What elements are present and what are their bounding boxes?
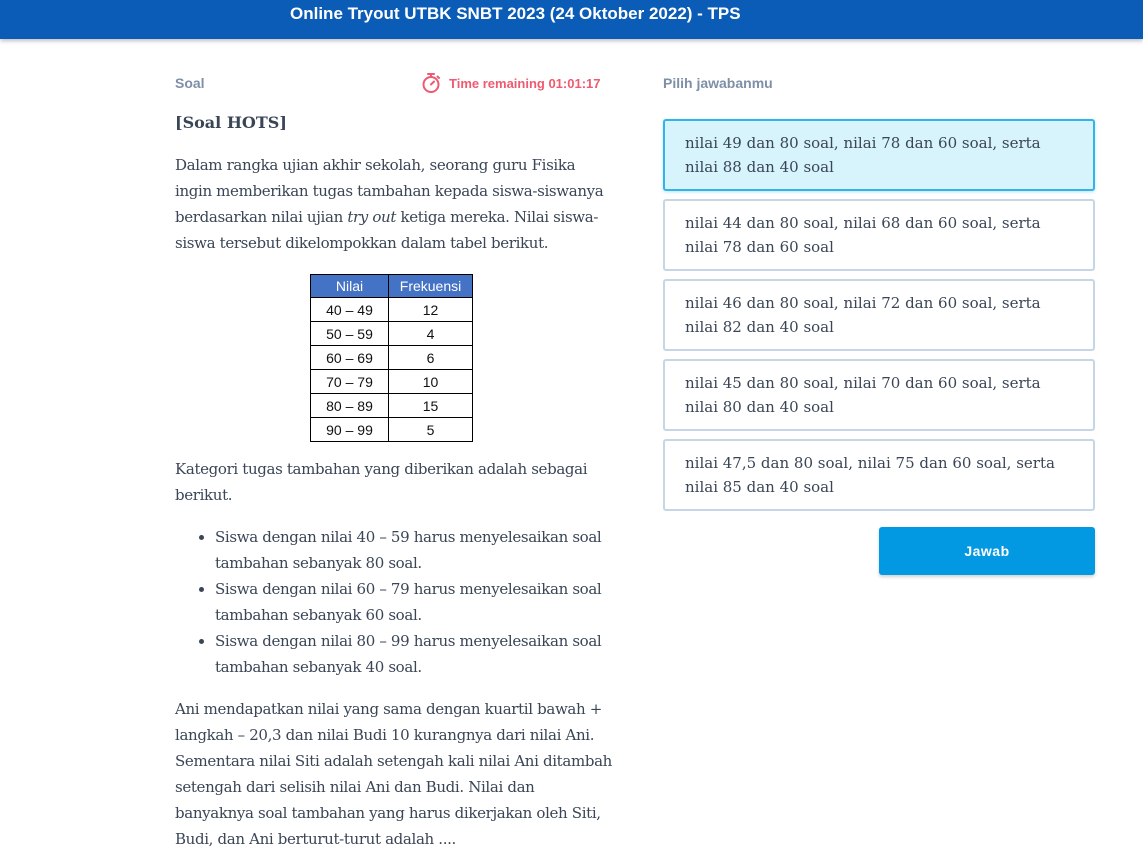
timer-text: Time remaining 01:01:17: [449, 75, 601, 91]
category-list: Siswa dengan nilai 40 – 59 harus menyele…: [199, 524, 615, 680]
answer-option-d[interactable]: nilai 45 dan 80 soal, nilai 70 dan 60 so…: [663, 359, 1095, 431]
table-cell: 40 – 49: [310, 297, 389, 322]
bullet-dot: [199, 535, 204, 540]
page-title: Online Tryout UTBK SNBT 2023 (24 Oktober…: [290, 4, 741, 23]
question-intro: Dalam rangka ujian akhir sekolah, seoran…: [175, 152, 615, 256]
intro-text-italic: try out: [347, 208, 397, 226]
frequency-table: Nilai Frekuensi 40 – 49 12 50 – 59 4 60 …: [310, 274, 473, 442]
table-row: 80 – 89 15: [310, 393, 473, 418]
table-cell: 12: [388, 297, 473, 322]
table-cell: 80 – 89: [310, 393, 389, 418]
answer-option-c[interactable]: nilai 46 dan 80 soal, nilai 72 dan 60 so…: [663, 279, 1095, 351]
table-header-cell: Nilai: [310, 274, 389, 298]
category-text: Kategori tugas tambahan yang diberikan a…: [175, 460, 588, 504]
table-header-row: Nilai Frekuensi: [310, 274, 473, 298]
answer-option-e[interactable]: nilai 47,5 dan 80 soal, nilai 75 dan 60 …: [663, 439, 1095, 511]
list-item: Siswa dengan nilai 80 – 99 harus menyele…: [199, 628, 615, 680]
list-item-text: Siswa dengan nilai 60 – 79 harus menyele…: [215, 580, 602, 624]
table-row: 60 – 69 6: [310, 345, 473, 370]
question-closing: Ani mendapatkan nilai yang sama dengan k…: [175, 700, 612, 848]
table-cell: 15: [388, 393, 473, 418]
stopwatch-icon: [422, 73, 440, 93]
table-cell: 10: [388, 369, 473, 394]
timer: Time remaining 01:01:17: [421, 72, 601, 94]
answer-option-b[interactable]: nilai 44 dan 80 soal, nilai 68 dan 60 so…: [663, 199, 1095, 271]
bullet-dot: [199, 587, 204, 592]
table-header-cell: Frekuensi: [388, 274, 473, 298]
list-item: Siswa dengan nilai 40 – 59 harus menyele…: [199, 524, 615, 576]
header-bar: Online Tryout UTBK SNBT 2023 (24 Oktober…: [0, 0, 1143, 39]
table-cell: 50 – 59: [310, 321, 389, 346]
question-heading: [Soal HOTS]: [175, 113, 287, 132]
answer-option-a[interactable]: nilai 49 dan 80 soal, nilai 78 dan 60 so…: [663, 119, 1095, 191]
submit-answer-button[interactable]: Jawab: [879, 527, 1095, 575]
table-cell: 4: [388, 321, 473, 346]
table-cell: 6: [388, 345, 473, 370]
table-cell: 5: [388, 417, 473, 442]
table-row: 40 – 49 12: [310, 297, 473, 322]
section-label-soal: Soal: [175, 75, 205, 91]
table-cell: 70 – 79: [310, 369, 389, 394]
list-item-text: Siswa dengan nilai 80 – 99 harus menyele…: [215, 632, 602, 676]
table-row: 70 – 79 10: [310, 369, 473, 394]
list-item: Siswa dengan nilai 60 – 79 harus menyele…: [199, 576, 615, 628]
table-row: 90 – 99 5: [310, 417, 473, 442]
list-item-text: Siswa dengan nilai 40 – 59 harus menyele…: [215, 528, 602, 572]
answers-label: Pilih jawabanmu: [663, 75, 773, 91]
bullet-dot: [199, 639, 204, 644]
table-cell: 90 – 99: [310, 417, 389, 442]
table-cell: 60 – 69: [310, 345, 389, 370]
table-row: 50 – 59 4: [310, 321, 473, 346]
